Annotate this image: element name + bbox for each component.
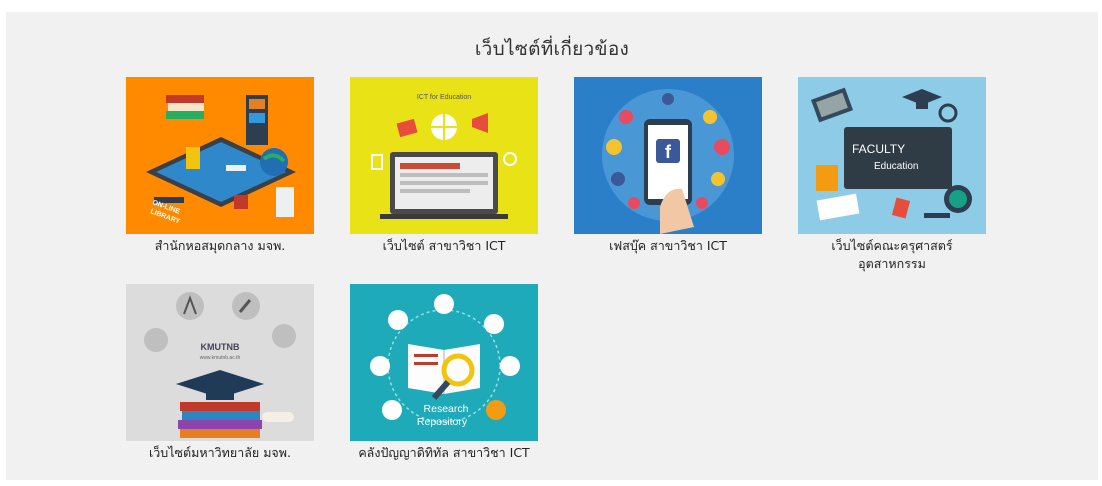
ict-education-illustration: ICT for Education bbox=[350, 77, 538, 234]
facebook-f-logo: f bbox=[665, 142, 672, 162]
faculty-education-illustration: FACULTY Education bbox=[798, 77, 986, 234]
faculty-image-text-1: FACULTY bbox=[852, 142, 905, 156]
related-websites-section: เว็บไซต์ที่เกี่ยวข้อง ON-LINE LIBRARY สำ… bbox=[6, 12, 1098, 480]
link-label: เว็บไซต์คณะครุศาสตร์อุตสาหกรรม bbox=[831, 238, 953, 271]
link-card-facebook[interactable]: f เฟสบุ๊ค สาขาวิชา ICT bbox=[574, 77, 762, 255]
link-card-faculty[interactable]: FACULTY Education เว็บไซต์คณะครุศาสตร์อุ… bbox=[798, 77, 986, 273]
link-card-library[interactable]: ON-LINE LIBRARY สำนักหอสมุดกลาง มจพ. bbox=[126, 77, 314, 255]
facebook-phone-illustration: f bbox=[574, 77, 762, 234]
ict-image-text: ICT for Education bbox=[417, 94, 471, 101]
link-label: คลังปัญญาดิทิทัล สาขาวิชา ICT bbox=[358, 445, 530, 460]
link-label: สำนักหอสมุดกลาง มจพ. bbox=[154, 238, 286, 253]
faculty-image-text-2: Education bbox=[874, 161, 918, 172]
kmutnb-image-text-2: www.kmutnb.ac.th bbox=[200, 355, 241, 361]
kmutnb-image-text-1: KMUTNB bbox=[201, 342, 240, 352]
section-title: เว็บไซต์ที่เกี่ยวข้อง bbox=[474, 38, 630, 60]
research-repository-illustration: Research Repository bbox=[350, 284, 538, 441]
link-card-kmutnb[interactable]: KMUTNB www.kmutnb.ac.th เว็บไซต์มหาวิทยา… bbox=[126, 284, 314, 462]
link-card-repository[interactable]: Research Repository คลังปัญญาดิทิทัล สาข… bbox=[350, 284, 538, 462]
link-label: เว็บไซต์ สาขาวิชา ICT bbox=[382, 238, 506, 253]
link-card-ict-site[interactable]: ICT for Education เว็บไซต์ สาขาวิชา ICT bbox=[350, 77, 538, 255]
online-library-illustration: ON-LINE LIBRARY bbox=[126, 77, 314, 234]
link-label: เว็บไซต์มหาวิทยาลัย มจพ. bbox=[149, 445, 291, 460]
repository-image-text-1: Research bbox=[424, 403, 469, 415]
link-label: เฟสบุ๊ค สาขาวิชา ICT bbox=[609, 238, 727, 253]
graduation-cap-illustration: KMUTNB www.kmutnb.ac.th bbox=[126, 284, 314, 441]
repository-image-text-2: Repository bbox=[417, 416, 468, 428]
